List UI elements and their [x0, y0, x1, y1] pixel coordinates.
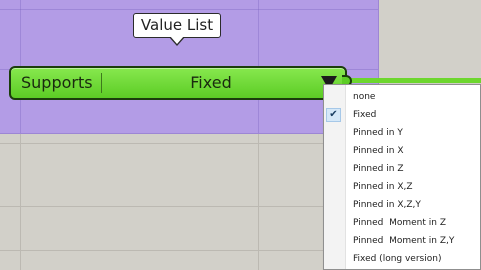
- group-grid-line: [0, 9, 378, 10]
- value-list-component[interactable]: Supports Fixed: [9, 66, 347, 100]
- component-tooltip: Value List: [133, 13, 221, 38]
- component-name: Supports: [21, 73, 93, 92]
- menu-item-fixed[interactable]: ✔ Fixed: [324, 106, 480, 124]
- menu-item-pinned-moment-z[interactable]: Pinned Moment in Z: [324, 214, 480, 232]
- output-wire[interactable]: [345, 78, 481, 83]
- menu-item-label: Fixed (long version): [353, 254, 442, 264]
- menu-item-label: Pinned in Y: [353, 128, 403, 138]
- menu-item-pinned-xz[interactable]: Pinned in X,Z: [324, 178, 480, 196]
- menu-item-label: Pinned in Z: [353, 164, 404, 174]
- value-list-menu[interactable]: none ✔ Fixed Pinned in Y Pinned in X Pin…: [323, 84, 481, 270]
- menu-item-pinned-xzy[interactable]: Pinned in X,Z,Y: [324, 196, 480, 214]
- menu-item-none[interactable]: none: [324, 88, 480, 106]
- menu-item-label: Pinned Moment in Z: [353, 218, 447, 228]
- menu-item-label: Pinned in X,Z,Y: [353, 200, 421, 210]
- menu-item-fixed-long[interactable]: Fixed (long version): [324, 250, 480, 268]
- menu-item-label: Pinned Moment in Z,Y: [353, 236, 455, 246]
- menu-item-pinned-z[interactable]: Pinned in Z: [324, 160, 480, 178]
- menu-item-pinned-x[interactable]: Pinned in X: [324, 142, 480, 160]
- menu-item-label: Pinned in X: [353, 146, 404, 156]
- menu-item-pinned-moment-zy[interactable]: Pinned Moment in Z,Y: [324, 232, 480, 250]
- checkmark-icon: ✔: [326, 108, 341, 122]
- tooltip-pointer-fill: [170, 36, 184, 44]
- selected-value[interactable]: Fixed: [161, 68, 261, 98]
- menu-item-label: none: [353, 92, 376, 102]
- menu-item-label: Fixed: [353, 110, 377, 120]
- component-divider: [101, 73, 102, 93]
- menu-item-label: Pinned in X,Z: [353, 182, 413, 192]
- menu-item-pinned-y[interactable]: Pinned in Y: [324, 124, 480, 142]
